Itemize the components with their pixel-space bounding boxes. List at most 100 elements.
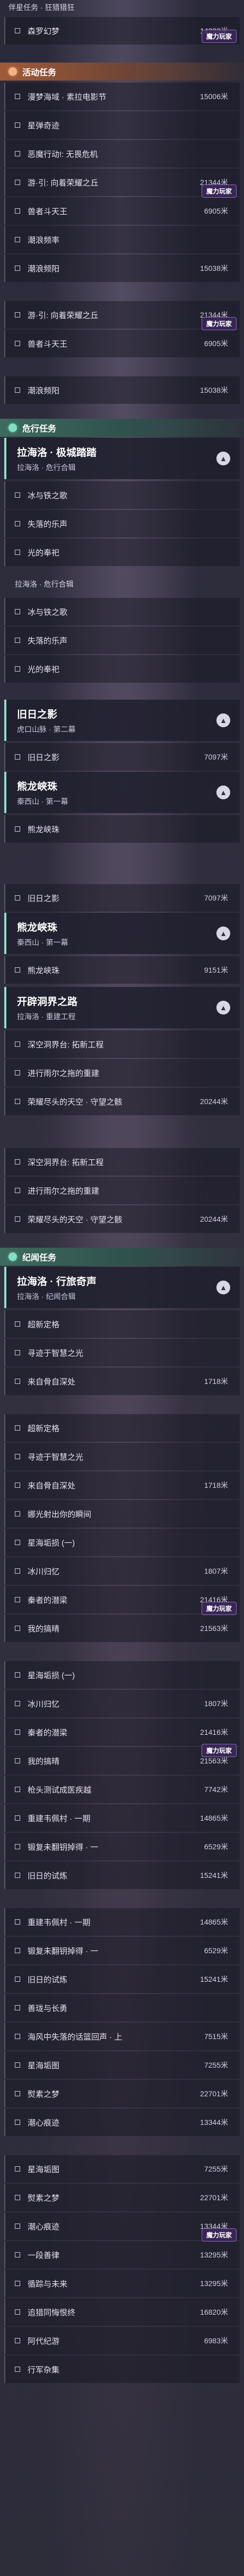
quest-group-header[interactable]: 拉海洛 · 行旅奇声 拉海洛 · 纪闻合辑 ▲: [4, 1267, 240, 1308]
quest-bullet-icon: [15, 2166, 20, 2172]
quest-item[interactable]: 光的奉祀: [4, 655, 240, 683]
quest-bullet-icon: [15, 387, 20, 393]
quest-item[interactable]: 循踪与未来 13295米: [4, 2270, 240, 2297]
quest-title: 失落的乐声: [28, 519, 68, 529]
quest-item[interactable]: 潮浪频率: [4, 226, 240, 253]
quest-item[interactable]: 重建韦佩村 · 一期 14865米: [4, 1908, 240, 1936]
quest-item[interactable]: 一段善律 13295米: [4, 2241, 240, 2269]
quest-item[interactable]: 荣耀尽头的天空 · 守望之骸 20244米: [4, 1205, 240, 1233]
quest-item[interactable]: 阿代纪游 6983米: [4, 2327, 240, 2354]
quest-item[interactable]: 进行雨尔之拖的重建: [4, 1177, 240, 1204]
quest-group-header[interactable]: 旧日之影 虎口山脉 · 第二幕 ▲: [4, 700, 240, 741]
quest-group-header[interactable]: 开辟洞界之路 拉海洛 · 重建工程 ▲: [4, 987, 240, 1028]
quest-group-header[interactable]: 熊龙峡珠 秦西山 · 第一幕 ▲: [4, 913, 240, 954]
quest-title: 潮心痕迹: [28, 2118, 60, 2128]
quest-item[interactable]: 深空洞界台: 拓新工程: [4, 1030, 240, 1058]
quest-distance: 6529米: [204, 1946, 228, 1955]
quest-item[interactable]: 秦者的潜梁 21416米: [4, 1718, 240, 1746]
quest-item[interactable]: 熊龙峡珠: [4, 815, 240, 843]
quest-item[interactable]: 寻迹于智慧之光: [4, 1339, 240, 1366]
quest-bullet-icon: [15, 1379, 20, 1384]
quest-item[interactable]: 行军杂集: [4, 2356, 240, 2383]
quest-bullet-icon: [15, 1672, 20, 1678]
quest-item[interactable]: 冰川归忆 1807米: [4, 1557, 240, 1585]
quest-item[interactable]: 来自骨自深处 1718米: [4, 1368, 240, 1395]
quest-title: 来自骨自深处: [28, 1481, 76, 1490]
quest-bullet-icon: [15, 2367, 20, 2372]
quest-item[interactable]: 潮浪频阳 15038米: [4, 254, 240, 282]
quest-bullet-icon: [15, 1815, 20, 1821]
quest-item[interactable]: 冰川归忆 1807米: [4, 1690, 240, 1717]
quest-item[interactable]: 星海垢图 7255米: [4, 2155, 240, 2183]
quest-item[interactable]: 熨素之梦 22701米: [4, 2080, 240, 2107]
collapse-chevron-icon[interactable]: ▲: [216, 713, 230, 727]
quest-item[interactable]: 来自骨自深处 1718米: [4, 1471, 240, 1499]
quest-item[interactable]: 恶魔行动!: 无畏危机: [4, 140, 240, 167]
quest-item[interactable]: 星海垢损 (一): [4, 1529, 240, 1556]
quest-title: 来自骨自深处: [28, 1377, 76, 1387]
quest-bullet-icon: [15, 2005, 20, 2010]
quest-item[interactable]: 锻复未翻钥掉得 · 一 6529米: [4, 1833, 240, 1860]
quest-item[interactable]: 锻复未翻钥掉得 · 一 6529米: [4, 1937, 240, 1964]
quest-title: 旧日的试炼: [28, 1975, 68, 1984]
quest-item[interactable]: 兽者斗天王 6905米: [4, 197, 240, 225]
quest-group-header[interactable]: 熊龙峡珠 秦西山 · 第一幕 ▲: [4, 772, 240, 813]
quest-category-header[interactable]: 纪闻任务: [0, 1248, 244, 1266]
quest-item[interactable]: 失落的乐声: [4, 627, 240, 654]
quest-bullet-icon: [15, 1844, 20, 1849]
quest-title: 兽者斗天王: [28, 339, 68, 349]
quest-item[interactable]: 失落的乐声: [4, 510, 240, 537]
quest-item[interactable]: 枪头测试成医疾越 7742米: [4, 1776, 240, 1803]
quest-item[interactable]: 我的搞晴 21563米: [4, 1615, 240, 1642]
quest-item[interactable]: 超新定格: [4, 1310, 240, 1338]
quest-item[interactable]: 星海垢损 (一): [4, 1661, 240, 1689]
quest-category-header[interactable]: 活动任务: [0, 63, 244, 81]
quest-item[interactable]: 旧日之影 7097米: [4, 743, 240, 771]
quest-title: 寻迹于智慧之光: [28, 1348, 84, 1358]
quest-item[interactable]: 旧日的试炼 15241米: [4, 1965, 240, 1993]
quest-item[interactable]: 冰与铁之歌: [4, 481, 240, 509]
quest-item[interactable]: 追猎同悔恨终 16820米: [4, 2298, 240, 2326]
quest-item[interactable]: 星弹奇迹: [4, 111, 240, 139]
quest-item[interactable]: 兽者斗天王 6905米: [4, 330, 240, 357]
quest-item[interactable]: 旧日的试炼 15241米: [4, 1862, 240, 1889]
quest-distance: 13295米: [200, 2279, 228, 2288]
quest-item[interactable]: 重建韦佩村 · 一期 14865米: [4, 1804, 240, 1832]
quest-title: 一段善律: [28, 2251, 60, 2260]
collapse-chevron-icon[interactable]: ▲: [216, 452, 230, 465]
quest-group-header[interactable]: 拉海洛 · 极城踏踏 拉海洛 · 危行合辑 ▲: [4, 438, 240, 479]
quest-title: 森罗幻梦: [28, 27, 60, 36]
quest-item[interactable]: 进行雨尔之拖的重建: [4, 1059, 240, 1087]
quest-bullet-icon: [15, 1540, 20, 1545]
quest-bullet-icon: [15, 1919, 20, 1925]
collapse-chevron-icon[interactable]: ▲: [216, 1001, 230, 1014]
quest-bullet-icon: [15, 2034, 20, 2039]
quest-item[interactable]: 熊龙峡珠 9151米: [4, 956, 240, 984]
quest-item[interactable]: 超新定格: [4, 1414, 240, 1442]
quest-distance: 1807米: [204, 1567, 228, 1575]
quest-item[interactable]: 海风中失落的话篮回声 · 上 7515米: [4, 2023, 240, 2050]
quest-item[interactable]: 深空洞界台: 拓新工程: [4, 1148, 240, 1176]
quest-item[interactable]: 星海垢图 7255米: [4, 2051, 240, 2079]
quest-title: 枪头测试成医疾越: [28, 1785, 92, 1795]
quest-title: 漫梦海域 · 素拉电影节: [28, 92, 107, 102]
quest-item[interactable]: 旧日之影 7097米: [4, 884, 240, 912]
quest-item[interactable]: 善珑与长勇: [4, 1994, 240, 2022]
quest-item[interactable]: 光的奉祀: [4, 539, 240, 566]
quest-item[interactable]: 潮浪频阳 15038米: [4, 376, 240, 404]
collapse-chevron-icon[interactable]: ▲: [216, 927, 230, 940]
collapse-chevron-icon[interactable]: ▲: [216, 786, 230, 799]
group-title: 熊龙峡珠: [17, 781, 58, 792]
quest-title: 重建韦佩村 · 一期: [28, 1814, 91, 1823]
quest-item[interactable]: 熨素之梦 22701米: [4, 2184, 240, 2211]
quest-item[interactable]: 娜光射出你的瞬间: [4, 1500, 240, 1528]
collapse-chevron-icon[interactable]: ▲: [216, 1281, 230, 1294]
quest-item[interactable]: 潮心痕迹 13344米: [4, 2109, 240, 2136]
quest-item[interactable]: 漫梦海域 · 素拉电影节 15006米: [4, 83, 240, 110]
quest-item[interactable]: 寻迹于智慧之光: [4, 1443, 240, 1470]
quest-item[interactable]: 冰与铁之歌: [4, 598, 240, 625]
quest-title: 兽者斗天王: [28, 207, 68, 216]
quest-category-header[interactable]: 危行任务: [0, 419, 244, 437]
quest-item[interactable]: 荣耀尽头的天空 · 守望之骸 20244米: [4, 1088, 240, 1115]
quest-title: 星海垢损 (一): [28, 1538, 75, 1548]
